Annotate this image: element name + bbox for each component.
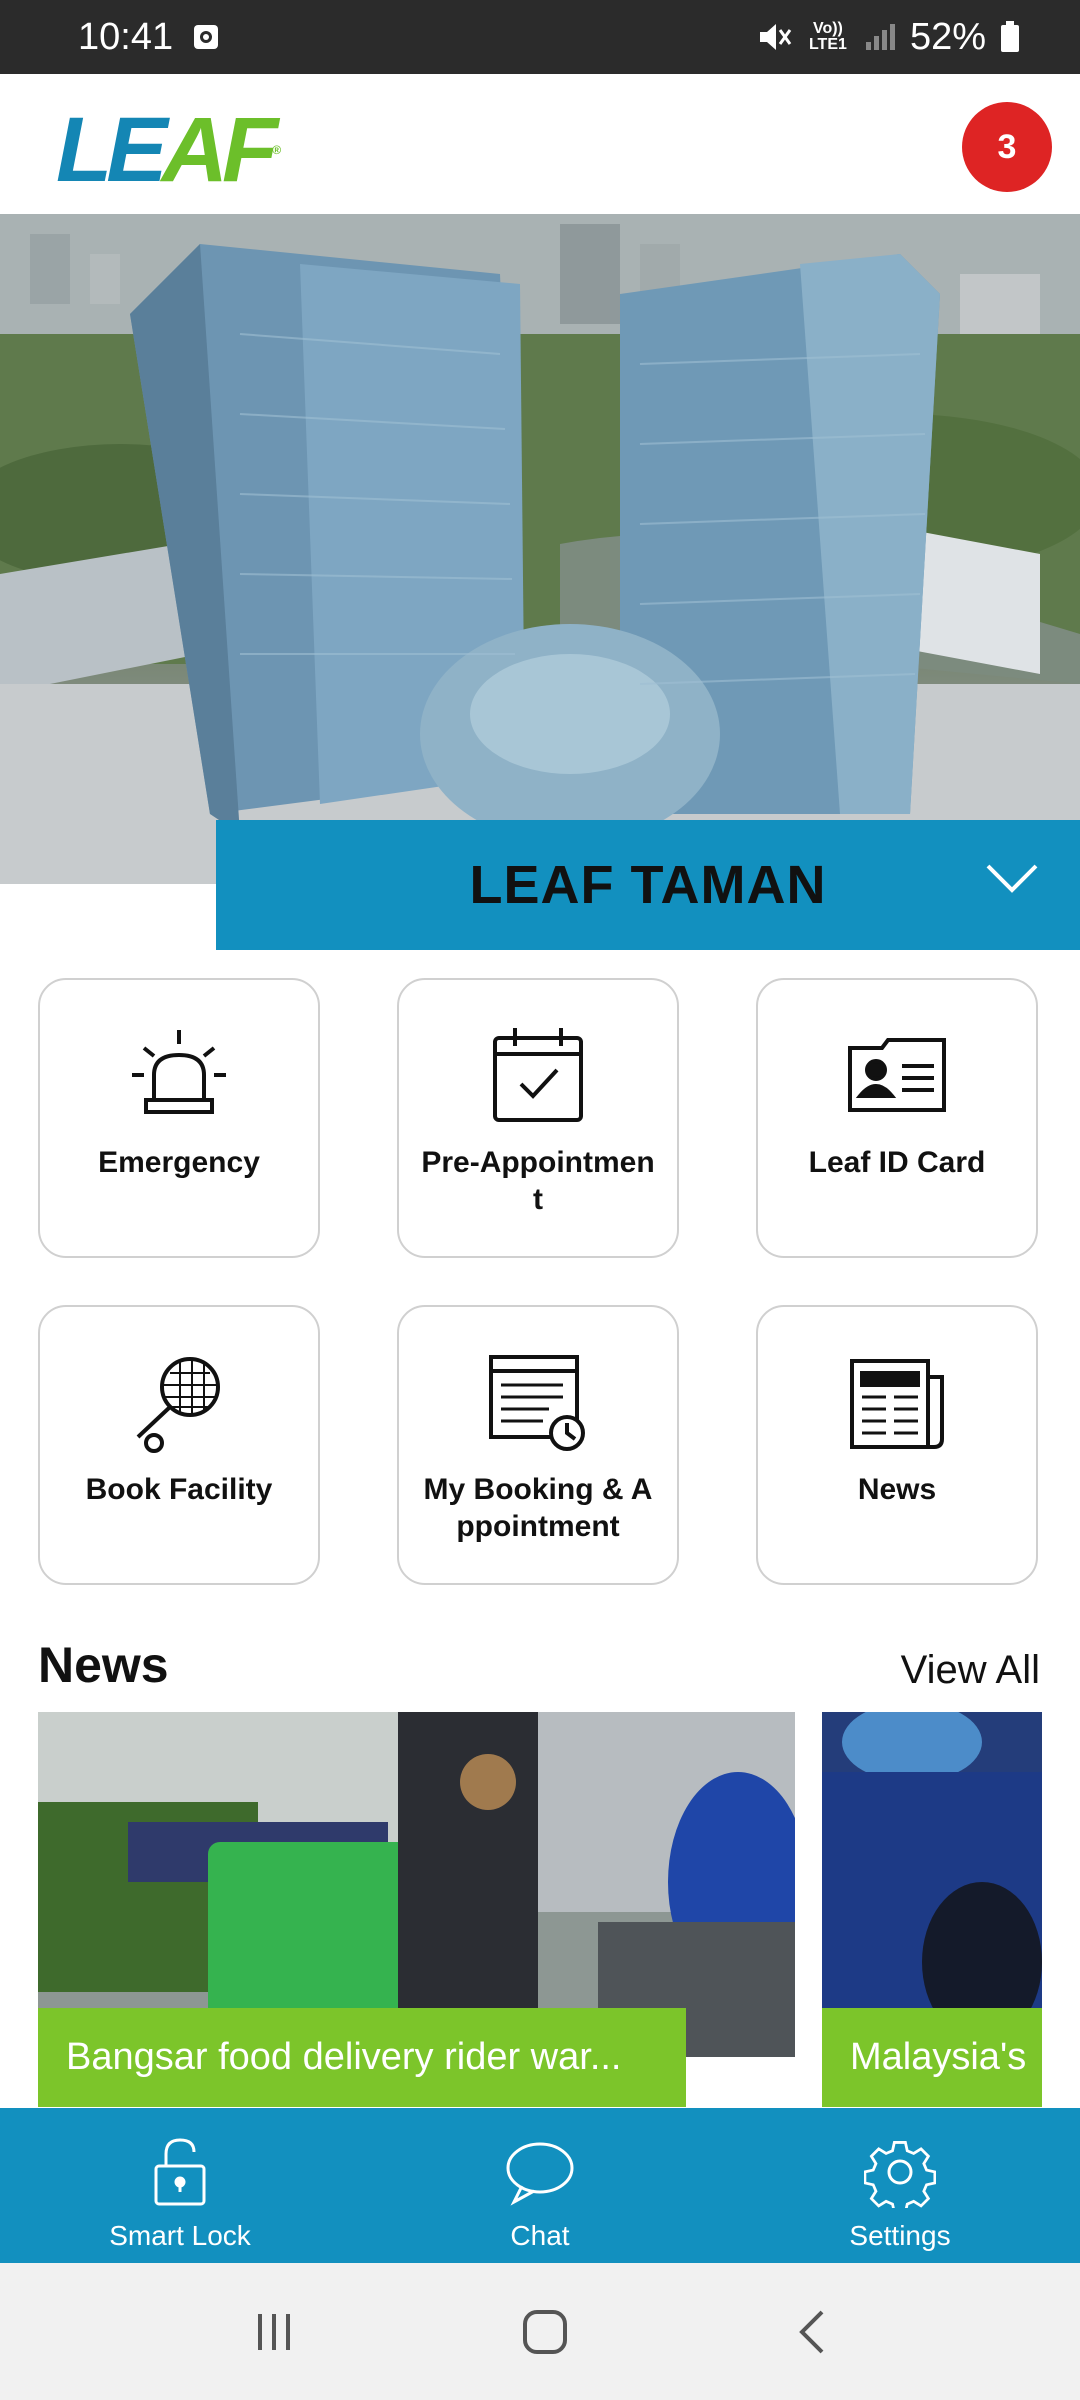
nav-settings[interactable]: Settings — [720, 2108, 1080, 2263]
network-type: Vo)) LTE1 — [808, 20, 847, 53]
menu-label: News — [857, 1473, 937, 1506]
property-name: LEAF TAMAN — [469, 855, 827, 915]
menu-tile-id-card[interactable]: Leaf ID Card — [756, 978, 1038, 1258]
menu-tile-news[interactable]: News — [756, 1305, 1038, 1585]
menu-label: Leaf ID Card — [808, 1146, 986, 1179]
chevron-down-icon — [986, 864, 1038, 893]
nav-label: Smart Lock — [109, 2220, 251, 2251]
home-icon[interactable] — [521, 2308, 569, 2356]
news-image — [822, 1712, 1042, 2057]
nav-smart-lock[interactable]: Smart Lock — [0, 2108, 360, 2263]
view-all-link[interactable]: View All — [901, 1648, 1040, 1693]
menu-label: My Booking & Appointment — [423, 1473, 653, 1543]
menu-label: Emergency — [98, 1146, 260, 1179]
racket-icon — [124, 1347, 234, 1457]
news-caption: Bangsar food delivery rider war... — [38, 2008, 686, 2107]
news-caption: Malaysia's — [822, 2008, 1042, 2107]
menu-tile-pre-appointment[interactable]: Pre-Appointment — [397, 978, 679, 1258]
bottom-nav: Smart Lock Chat Settings — [0, 2108, 1080, 2263]
status-bar: 10:41 Vo)) LTE1 52% — [0, 0, 1080, 74]
calendar-check-icon — [483, 1020, 593, 1130]
news-card[interactable]: Bangsar food delivery rider war... — [38, 1712, 795, 2107]
menu-label: Book Facility — [85, 1473, 273, 1506]
app-header: LEAF® 3 — [0, 74, 1080, 214]
menu-label: Pre-Appointment — [421, 1146, 655, 1216]
property-selector[interactable]: LEAF TAMAN — [216, 820, 1080, 950]
news-section-title: News — [38, 1637, 169, 1693]
nav-chat[interactable]: Chat — [360, 2108, 720, 2263]
screen-record-icon — [194, 25, 219, 49]
battery-percent: 52% — [909, 15, 986, 58]
menu-tile-book-facility[interactable]: Book Facility — [38, 1305, 320, 1585]
gear-icon — [864, 2141, 936, 2208]
nav-label: Settings — [849, 2220, 951, 2251]
news-image — [38, 1712, 795, 2057]
nav-label: Chat — [510, 2220, 570, 2251]
battery-icon — [1001, 21, 1019, 52]
newspaper-icon — [842, 1347, 952, 1457]
screen: 10:41 Vo)) LTE1 52% LEAF® 3 LEAF TAMAN E… — [0, 0, 1080, 2400]
lock-icon — [154, 2138, 206, 2206]
recent-apps-icon[interactable] — [252, 2310, 296, 2354]
back-icon[interactable] — [794, 2308, 828, 2356]
menu-tile-my-booking[interactable]: My Booking & Appointment — [397, 1305, 679, 1585]
signal-icon — [865, 24, 895, 50]
schedule-icon — [483, 1347, 593, 1457]
status-time: 10:41 — [78, 15, 174, 58]
id-card-icon — [842, 1020, 952, 1130]
news-card[interactable]: Malaysia's — [822, 1712, 1042, 2107]
leaf-logo: LEAF® — [56, 99, 282, 201]
menu-tile-emergency[interactable]: Emergency — [38, 978, 320, 1258]
notification-badge[interactable]: 3 — [962, 102, 1052, 192]
chat-icon — [506, 2142, 574, 2206]
system-nav-bar — [0, 2263, 1080, 2400]
property-hero-image — [0, 214, 1080, 884]
mute-icon — [759, 24, 792, 50]
siren-icon — [124, 1020, 234, 1130]
